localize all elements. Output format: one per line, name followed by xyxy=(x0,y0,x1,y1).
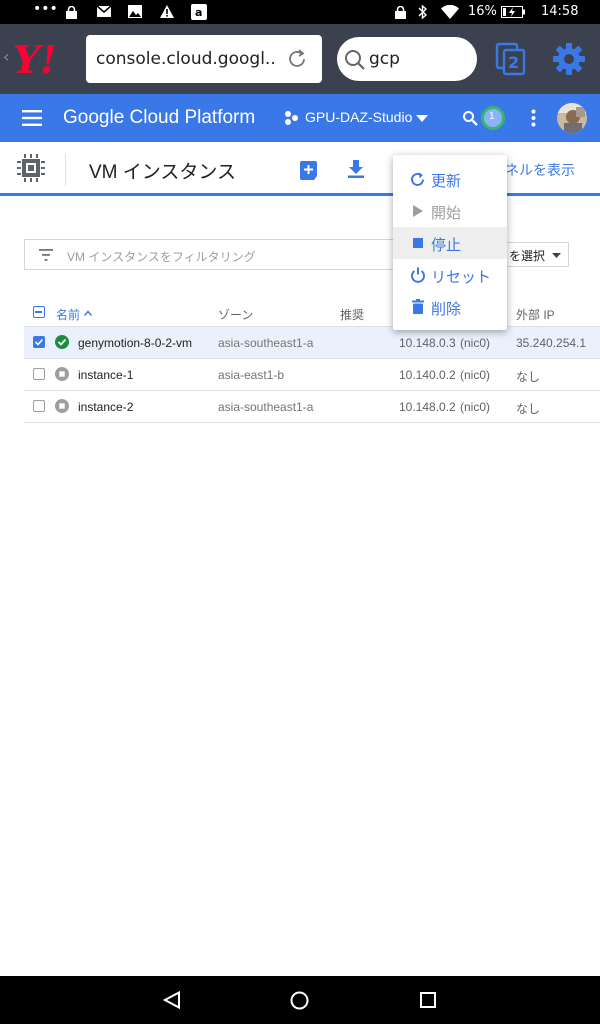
menu-item-label: リセット xyxy=(431,268,492,286)
row-checkbox[interactable] xyxy=(33,400,45,412)
menu-item-label: 削除 xyxy=(431,300,462,318)
search-icon xyxy=(345,50,365,70)
image-icon xyxy=(128,5,142,18)
menu-item-refresh[interactable]: 更新 xyxy=(393,163,507,195)
menu-item-label: 開始 xyxy=(431,204,462,222)
table-row[interactable]: instance-2 asia-southeast1-a 10.148.0.2 … xyxy=(24,391,600,423)
menu-icon[interactable] xyxy=(22,110,42,126)
menu-item-delete[interactable]: 削除 xyxy=(393,291,507,323)
column-header-external-ip[interactable]: 外部 IP xyxy=(516,306,555,323)
menu-item-start[interactable]: 開始 xyxy=(393,195,507,227)
show-info-panel-link[interactable]: ネルを表示 xyxy=(505,160,575,180)
mail-icon xyxy=(97,6,111,17)
instance-nic[interactable]: (nic0) xyxy=(460,400,490,414)
tab-count: 2 xyxy=(508,53,520,72)
warning-icon xyxy=(160,5,174,18)
project-icon[interactable] xyxy=(284,110,298,126)
stopped-status-icon xyxy=(55,399,69,413)
reload-icon[interactable] xyxy=(286,48,308,70)
status-bar: ••• a 16% 14:58 xyxy=(0,0,600,24)
url-bar[interactable]: console.cloud.googl... xyxy=(86,35,322,83)
search-box[interactable]: gcp xyxy=(337,37,477,81)
instance-external-ip: なし xyxy=(516,370,541,384)
battery-charging-icon xyxy=(501,6,525,18)
import-vm-icon[interactable] xyxy=(347,160,365,178)
yahoo-logo[interactable]: Y! xyxy=(13,40,81,80)
instance-internal-ip: 10.148.0.3 xyxy=(399,336,456,350)
instance-zone: asia-southeast1-a xyxy=(218,400,314,414)
amazon-icon: a xyxy=(191,4,207,20)
search-query[interactable]: gcp xyxy=(369,49,400,69)
column-selector[interactable]: を選択 xyxy=(500,242,569,267)
select-all-checkbox[interactable] xyxy=(33,306,45,318)
create-instance-icon[interactable] xyxy=(300,161,317,180)
gcp-title[interactable]: Google Cloud Platform xyxy=(63,107,255,129)
android-nav-bar xyxy=(0,976,600,1024)
instance-nic[interactable]: (nic0) xyxy=(460,336,490,350)
menu-item-reset[interactable]: リセット xyxy=(393,259,507,291)
page-header: VM インスタンス ネルを表示 xyxy=(0,142,600,196)
instance-actions-menu: 更新 開始 停止 リセット 削除 xyxy=(393,155,507,330)
column-header-recommendation[interactable]: 推奨 xyxy=(340,306,364,323)
stopped-status-icon xyxy=(55,367,69,381)
more-vert-icon[interactable] xyxy=(531,109,536,127)
play-icon xyxy=(413,205,423,217)
instance-internal-ip: 10.148.0.2 xyxy=(399,400,456,414)
search-icon[interactable] xyxy=(462,110,478,126)
sort-ascending-icon[interactable] xyxy=(84,310,92,316)
dropdown-arrow-icon xyxy=(552,253,561,258)
dropdown-arrow-icon[interactable] xyxy=(416,115,428,122)
instance-external-ip: なし xyxy=(516,402,541,416)
column-header-zone[interactable]: ゾーン xyxy=(218,306,253,323)
header-divider xyxy=(65,154,66,186)
browser-toolbar: ‹ Y! console.cloud.googl... gcp 2 xyxy=(0,24,600,94)
row-checkbox[interactable] xyxy=(33,368,45,380)
gear-icon[interactable] xyxy=(552,42,586,76)
instance-internal-ip: 10.140.0.2 xyxy=(399,368,456,382)
more-notifications-icon: ••• xyxy=(33,1,58,17)
notification-badge[interactable]: 1 xyxy=(481,106,505,130)
instance-nic[interactable]: (nic0) xyxy=(460,368,490,382)
column-selector-label: を選択 xyxy=(509,249,546,263)
bluetooth-icon xyxy=(418,4,428,20)
power-icon xyxy=(411,267,425,283)
back-chevron-icon[interactable]: ‹ xyxy=(3,47,9,66)
instance-zone: asia-east1-b xyxy=(218,368,285,382)
lock-icon xyxy=(66,6,77,19)
svg-text:Y!: Y! xyxy=(13,40,57,80)
row-checkbox[interactable] xyxy=(33,336,45,348)
instance-zone: asia-southeast1-a xyxy=(218,336,314,350)
running-status-icon xyxy=(55,335,69,349)
notification-count: 1 xyxy=(489,111,495,122)
trash-icon xyxy=(412,299,424,314)
project-selector[interactable]: GPU-DAZ-Studio xyxy=(305,109,412,125)
instance-name[interactable]: instance-1 xyxy=(78,368,133,382)
stop-icon xyxy=(413,238,423,248)
menu-item-label: 停止 xyxy=(431,236,462,254)
table-row[interactable]: instance-1 asia-east1-b 10.140.0.2 (nic0… xyxy=(24,359,600,391)
back-icon[interactable] xyxy=(163,991,181,1009)
page-title: VM インスタンス xyxy=(89,162,237,183)
menu-item-stop[interactable]: 停止 xyxy=(393,227,507,259)
gcp-header: Google Cloud Platform GPU-DAZ-Studio 1 xyxy=(0,94,600,142)
compute-engine-icon xyxy=(17,154,45,182)
url-text[interactable]: console.cloud.googl... xyxy=(96,49,276,69)
refresh-icon xyxy=(411,172,424,186)
lock-icon xyxy=(395,6,406,19)
table-row[interactable]: genymotion-8-0-2-vm asia-southeast1-a 10… xyxy=(24,327,600,359)
column-header-name[interactable]: 名前 xyxy=(56,306,80,323)
wifi-icon xyxy=(441,5,459,19)
filter-icon xyxy=(39,249,53,261)
menu-item-label: 更新 xyxy=(431,172,462,190)
home-icon[interactable] xyxy=(290,991,309,1010)
filter-placeholder: VM インスタンスをフィルタリング xyxy=(67,250,256,264)
clock: 14:58 xyxy=(541,4,579,19)
instance-name[interactable]: instance-2 xyxy=(78,400,133,414)
svg-text:a: a xyxy=(195,6,202,19)
instance-name[interactable]: genymotion-8-0-2-vm xyxy=(78,336,192,350)
recents-icon[interactable] xyxy=(420,992,436,1008)
avatar[interactable] xyxy=(557,103,587,133)
instance-external-ip: 35.240.254.1 xyxy=(516,336,587,350)
battery-percent: 16% xyxy=(468,4,497,19)
